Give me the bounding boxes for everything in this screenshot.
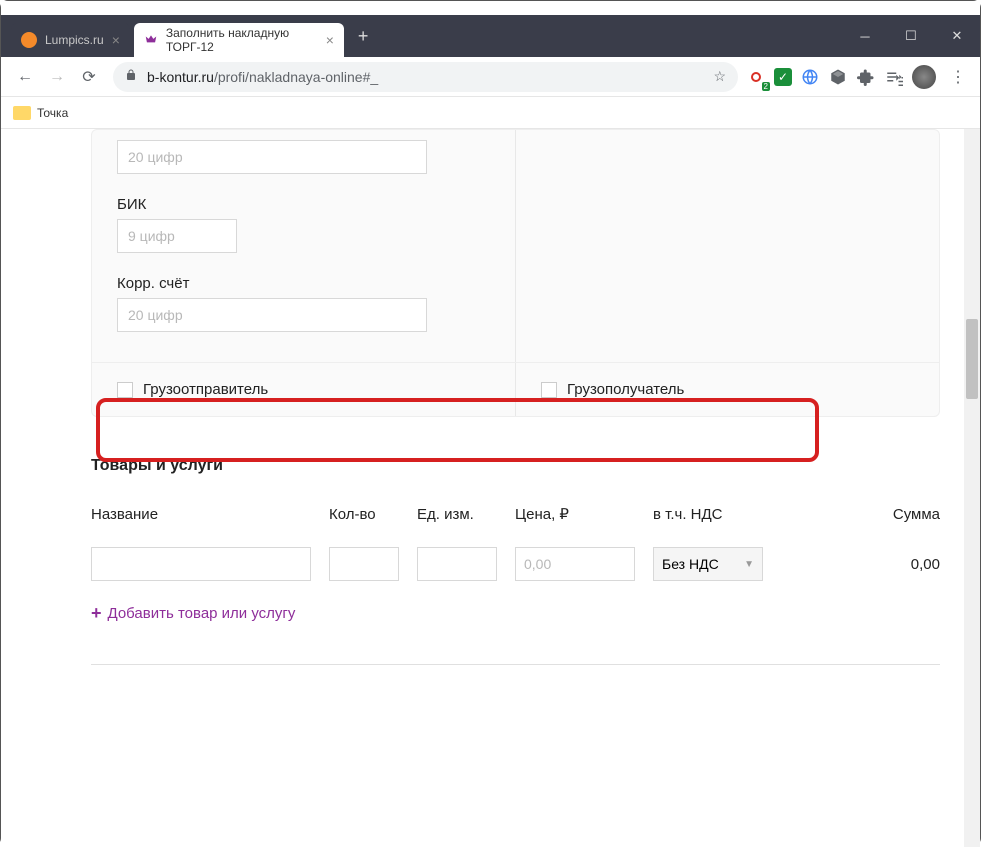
star-icon[interactable]: ☆: [713, 68, 726, 85]
goods-vat-select[interactable]: Без НДС ▼: [653, 547, 763, 581]
add-goods-label: Добавить товар или услугу: [108, 605, 296, 622]
close-icon[interactable]: ×: [326, 32, 334, 48]
plus-icon: +: [91, 603, 102, 624]
extension-box-icon[interactable]: [828, 67, 848, 87]
new-tab-button[interactable]: +: [348, 26, 379, 47]
reading-list-icon[interactable]: [884, 67, 904, 87]
goods-section: Товары и услуги Название Кол-во Ед. изм.…: [91, 457, 940, 665]
bookmarks-bar: Точка: [1, 97, 980, 129]
url-path: /profi/nakladnaya-online#_: [214, 69, 378, 85]
party-details-card: БИК Корр. счёт Грузоотправитель: [91, 129, 940, 417]
corr-input[interactable]: [117, 298, 427, 332]
profile-avatar[interactable]: [912, 65, 936, 89]
extension-globe-icon[interactable]: [800, 67, 820, 87]
bookmark-folder-tochka[interactable]: Точка: [13, 106, 68, 120]
vertical-scrollbar[interactable]: [964, 129, 980, 847]
maximize-button[interactable]: ☐: [888, 15, 934, 57]
bookmark-label: Точка: [37, 106, 68, 120]
url-host: b-kontur.ru: [147, 69, 214, 85]
vat-value: Без НДС: [662, 556, 719, 572]
extension-adblock-icon[interactable]: 2: [746, 67, 766, 87]
tab-title: Lumpics.ru: [45, 33, 104, 47]
checkbox-consignee[interactable]: Грузополучатель: [516, 363, 939, 416]
shipper-label: Грузоотправитель: [143, 381, 268, 398]
checkbox-shipper[interactable]: Грузоотправитель: [92, 363, 516, 416]
close-icon[interactable]: ×: [112, 32, 120, 48]
chrome-menu-icon[interactable]: ⋮: [944, 67, 972, 87]
goods-name-input[interactable]: [91, 547, 311, 581]
back-button[interactable]: ←: [9, 61, 41, 93]
page-content: БИК Корр. счёт Грузоотправитель: [1, 129, 980, 847]
lock-icon: [125, 69, 137, 84]
checkbox-icon: [117, 382, 133, 398]
reload-button[interactable]: ⟳: [73, 61, 105, 93]
bik-label: БИК: [117, 196, 490, 213]
extension-check-icon[interactable]: ✓: [774, 68, 792, 86]
address-bar: ← → ⟳ b-kontur.ru/profi/nakladnaya-onlin…: [1, 57, 980, 97]
close-window-button[interactable]: ✕: [934, 15, 980, 57]
add-goods-link[interactable]: + Добавить товар или услугу: [91, 603, 940, 624]
col-price: Цена, ₽: [515, 505, 635, 523]
col-name: Название: [91, 506, 311, 523]
minimize-button[interactable]: ─: [842, 15, 888, 57]
col-unit: Ед. изм.: [417, 506, 497, 523]
col-sum: Сумма: [801, 506, 940, 523]
goods-sum-value: 0,00: [801, 556, 940, 573]
goods-title: Товары и услуги: [91, 457, 940, 475]
favicon-crown-icon: [144, 32, 158, 48]
favicon-lumpics: [21, 32, 37, 48]
bik-input[interactable]: [117, 219, 237, 253]
badge-count: 2: [762, 82, 770, 91]
tab-nakladnaya[interactable]: Заполнить накладную ТОРГ-12 ×: [134, 23, 344, 57]
tab-lumpics[interactable]: Lumpics.ru ×: [11, 23, 130, 57]
goods-price-input[interactable]: [515, 547, 635, 581]
consignee-label: Грузополучатель: [567, 381, 684, 398]
caret-down-icon: ▼: [744, 559, 754, 570]
extensions-puzzle-icon[interactable]: [856, 67, 876, 87]
checkbox-icon: [541, 382, 557, 398]
divider: [91, 664, 940, 665]
goods-unit-input[interactable]: [417, 547, 497, 581]
forward-button[interactable]: →: [41, 61, 73, 93]
tab-title: Заполнить накладную ТОРГ-12: [166, 26, 318, 54]
url-input[interactable]: b-kontur.ru/profi/nakladnaya-online#_ ☆: [113, 62, 738, 92]
col-qty: Кол-во: [329, 506, 399, 523]
col-vat: в т.ч. НДС: [653, 506, 783, 523]
account-input[interactable]: [117, 140, 427, 174]
tab-strip: Lumpics.ru × Заполнить накладную ТОРГ-12…: [1, 15, 980, 57]
folder-icon: [13, 106, 31, 120]
goods-qty-input[interactable]: [329, 547, 399, 581]
corr-label: Корр. счёт: [117, 275, 490, 292]
